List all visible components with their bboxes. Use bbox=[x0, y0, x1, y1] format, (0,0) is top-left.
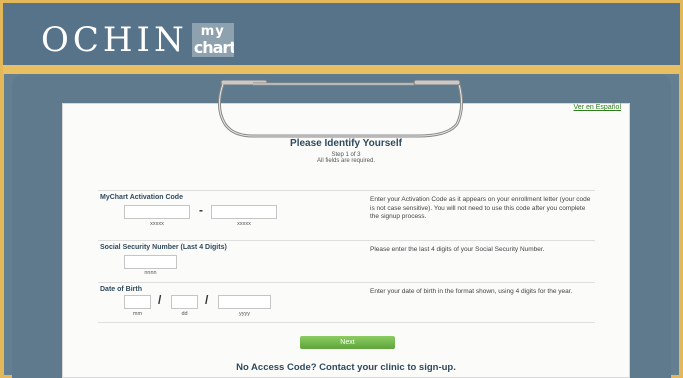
dob-year-hint: yyyy bbox=[239, 311, 250, 317]
next-button[interactable]: Next bbox=[300, 336, 395, 349]
ssn-label: Social Security Number (Last 4 Digits) bbox=[100, 244, 227, 251]
logo-my-text: my bbox=[200, 24, 225, 39]
header-bar: OCHIN my chart bbox=[3, 3, 680, 65]
activation-code-section: MyChart Activation Code - xxxxx xxxxx En… bbox=[98, 190, 595, 241]
required-fields-note: All fields are required. bbox=[316, 158, 376, 164]
activation-code-help: Enter your Activation Code as it appears… bbox=[370, 196, 591, 220]
ochin-mychart-logo: OCHIN my chart bbox=[41, 23, 234, 57]
page-title: Please Identify Yourself bbox=[290, 138, 402, 149]
ssn-section: Social Security Number (Last 4 Digits) n… bbox=[98, 240, 595, 283]
header-divider-band bbox=[3, 65, 680, 74]
right-border-rail bbox=[679, 74, 683, 378]
logo-chart-text: chart bbox=[193, 38, 234, 57]
dob-section: Date of Birth / / mm dd yyyy Enter your … bbox=[98, 282, 595, 323]
dob-help: Enter your date of birth in the format s… bbox=[370, 288, 573, 295]
dob-year-input[interactable] bbox=[218, 295, 271, 309]
mychart-logo-box: my chart bbox=[191, 23, 234, 57]
dob-slash-2: / bbox=[205, 293, 209, 307]
dob-day-input[interactable] bbox=[171, 295, 198, 309]
ssn-last4-input[interactable] bbox=[124, 255, 177, 269]
left-border-rail bbox=[0, 74, 4, 378]
activation-code-separator: - bbox=[199, 203, 203, 217]
dob-month-input[interactable] bbox=[124, 295, 151, 309]
activation-code-part2-hint: xxxxx bbox=[237, 221, 251, 227]
signup-form-paper: Ver en Español Please Identify Yourself … bbox=[62, 103, 630, 378]
dob-month-hint: mm bbox=[132, 311, 143, 317]
logo-ochin-text: OCHIN bbox=[41, 20, 188, 60]
activation-code-part2-input[interactable] bbox=[211, 205, 277, 219]
activation-code-label: MyChart Activation Code bbox=[100, 194, 183, 201]
ssn-help: Please enter the last 4 digits of your S… bbox=[370, 246, 545, 253]
activation-code-part1-input[interactable] bbox=[124, 205, 190, 219]
clipboard-clip-icon bbox=[218, 79, 464, 138]
ssn-hint: nnnn bbox=[144, 270, 157, 276]
no-access-code-message: No Access Code? Contact your clinic to s… bbox=[236, 362, 456, 373]
dob-label: Date of Birth bbox=[100, 286, 142, 293]
form-divider bbox=[98, 322, 595, 324]
dob-slash-1: / bbox=[158, 293, 162, 307]
view-in-spanish-link[interactable]: Ver en Español bbox=[574, 104, 621, 111]
dob-day-hint: dd bbox=[181, 311, 188, 317]
activation-code-part1-hint: xxxxx bbox=[150, 221, 164, 227]
